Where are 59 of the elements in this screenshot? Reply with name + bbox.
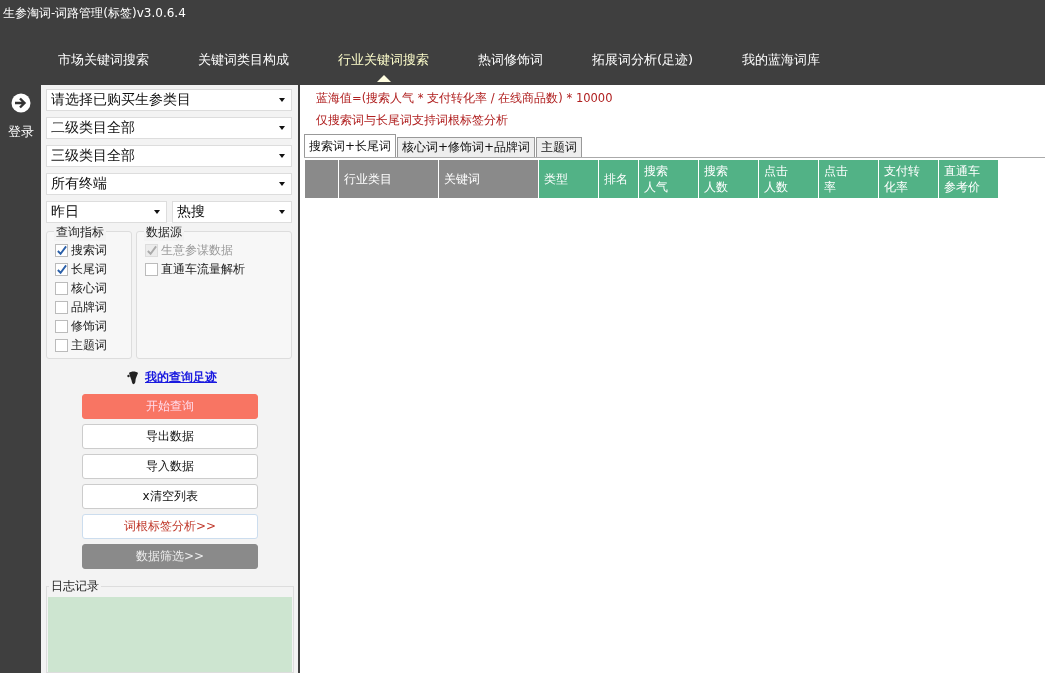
dropdown[interactable]: 请选择已购买生参类目 bbox=[46, 89, 292, 111]
column-header: 关键词 bbox=[439, 160, 538, 198]
checkbox-label: 搜索词 bbox=[71, 242, 107, 259]
column-header: 搜索人气 bbox=[639, 160, 698, 198]
caret-icon bbox=[279, 126, 285, 130]
footprint-link[interactable]: 我的查询足迹 bbox=[145, 369, 217, 386]
checkbox[interactable] bbox=[55, 244, 68, 257]
group-title: 日志记录 bbox=[49, 578, 101, 595]
nav-tab[interactable]: 拓展词分析(足迹) bbox=[592, 26, 694, 85]
column-header: 搜索人数 bbox=[699, 160, 758, 198]
checkbox-label: 生意参谋数据 bbox=[161, 242, 233, 259]
caret-icon bbox=[279, 98, 285, 102]
checkbox-label: 长尾词 bbox=[71, 261, 107, 278]
checkbox[interactable] bbox=[55, 301, 68, 314]
checkbox-label: 修饰词 bbox=[71, 318, 107, 335]
column-header: 类型 bbox=[539, 160, 598, 198]
column-header: 点击率 bbox=[819, 160, 878, 198]
checkbox-label: 品牌词 bbox=[71, 299, 107, 316]
checkbox[interactable] bbox=[145, 263, 158, 276]
dropdown[interactable]: 三级类目全部 bbox=[46, 145, 292, 167]
dropdown[interactable]: 昨日 bbox=[46, 201, 167, 223]
note-text: 仅搜索词与长尾词支持词根标签分析 bbox=[316, 113, 509, 128]
checkbox-label: 主题词 bbox=[71, 337, 107, 354]
column-header: 排名 bbox=[599, 160, 638, 198]
column-header: 点击人数 bbox=[759, 160, 818, 198]
note-text: 蓝海值=(搜索人气 * 支付转化率 / 在线商品数) * 10000 bbox=[316, 91, 614, 106]
caret-icon bbox=[153, 210, 160, 214]
action-button[interactable]: 导出数据 bbox=[82, 424, 258, 449]
footprint-icon bbox=[127, 370, 139, 385]
group-title: 查询指标 bbox=[54, 224, 106, 241]
nav-tab[interactable]: 我的蓝海词库 bbox=[742, 26, 821, 85]
arrow-circle-icon[interactable] bbox=[10, 93, 31, 113]
column-header: 支付转化率 bbox=[879, 160, 938, 198]
nav-tab[interactable]: 热词修饰词 bbox=[478, 26, 543, 85]
dropdown[interactable]: 热搜 bbox=[171, 201, 292, 223]
checkbox[interactable] bbox=[55, 339, 68, 352]
action-button[interactable]: 导入数据 bbox=[82, 454, 258, 479]
caret-icon bbox=[279, 154, 285, 158]
action-button[interactable]: 词根标签分析>> bbox=[82, 514, 258, 539]
column-header: 直通车参考价 bbox=[939, 160, 998, 198]
tab[interactable]: 搜索词+长尾词 bbox=[304, 134, 397, 157]
tab[interactable]: 核心词+修饰词+品牌词 bbox=[397, 137, 536, 157]
group-title: 数据源 bbox=[144, 224, 184, 241]
window-title: 生参淘词-词路管理(标签)v3.0.6.4 bbox=[3, 4, 186, 22]
checkbox[interactable] bbox=[55, 263, 68, 276]
login-button[interactable]: 登录 bbox=[7, 123, 34, 141]
caret-icon bbox=[279, 210, 285, 214]
tab[interactable]: 主题词 bbox=[536, 137, 583, 157]
checkbox[interactable] bbox=[55, 320, 68, 333]
action-button[interactable]: x清空列表 bbox=[82, 484, 258, 509]
column-header: 行业类目 bbox=[339, 160, 438, 198]
nav-tab[interactable]: 市场关键词搜索 bbox=[58, 26, 149, 85]
caret-icon bbox=[279, 182, 285, 186]
dropdown[interactable]: 所有终端 bbox=[46, 173, 292, 195]
dropdown[interactable]: 二级类目全部 bbox=[46, 117, 292, 139]
checkbox-label: 直通车流量解析 bbox=[161, 261, 245, 278]
nav-tab[interactable]: 关键词类目构成 bbox=[198, 26, 289, 85]
checkbox-label: 核心词 bbox=[71, 280, 107, 297]
checkbox[interactable] bbox=[55, 282, 68, 295]
